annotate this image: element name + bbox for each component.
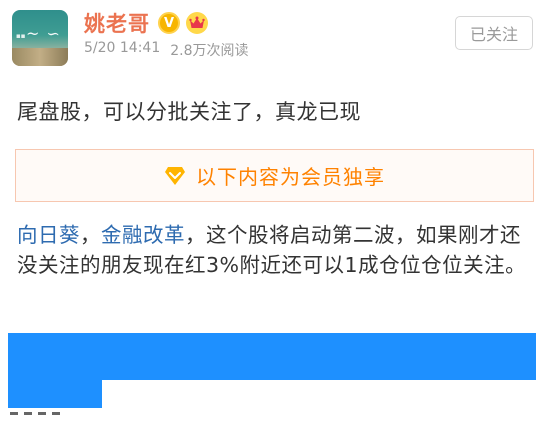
weibo-post-screen: ▪▪ ~ ∽ 姚老哥 V 5/20 14:41 2.8万次阅读 已关注 尾盘股，… <box>0 0 550 436</box>
crown-icon-glyph <box>189 16 205 28</box>
author-name[interactable]: 姚老哥 <box>84 8 150 38</box>
topic-link-xiangrikui[interactable]: 向日葵 <box>17 223 80 247</box>
hidden-char <box>24 412 32 415</box>
post-timestamp: 5/20 14:41 <box>84 40 161 56</box>
post-title: 尾盘股，可以分批关注了，真龙已现 <box>17 100 361 124</box>
following-button[interactable]: 已关注 <box>455 16 533 50</box>
topic-separator: ， <box>80 223 101 247</box>
read-count: 2.8万次阅读 <box>170 43 249 59</box>
member-only-banner[interactable]: 以下内容为会员独享 <box>15 149 534 202</box>
avatar-calligraphy-decor: ~ ∽ <box>26 24 61 43</box>
redaction-block <box>8 380 102 408</box>
crown-icon[interactable] <box>186 12 208 34</box>
avatar-small-text-decor: ▪▪ <box>16 32 26 40</box>
hidden-char <box>10 412 18 415</box>
post-body: 向日葵，金融改革，这个股将启动第二波，如果刚才还没关注的朋友现在红3%附近还可以… <box>17 220 537 280</box>
hidden-char <box>38 412 46 415</box>
verified-v-icon: V <box>158 12 180 34</box>
redaction-block <box>8 333 536 380</box>
avatar[interactable]: ▪▪ ~ ∽ <box>12 10 68 66</box>
post-meta: 5/20 14:41 2.8万次阅读 <box>84 40 249 60</box>
diamond-icon <box>165 166 185 185</box>
hidden-char <box>52 412 60 415</box>
member-only-text: 以下内容为会员独享 <box>196 165 385 189</box>
topic-link-jinrong-gaige[interactable]: 金融改革 <box>101 223 185 247</box>
avatar-landscape-strip <box>12 48 68 66</box>
author-row: 姚老哥 V <box>84 10 208 36</box>
